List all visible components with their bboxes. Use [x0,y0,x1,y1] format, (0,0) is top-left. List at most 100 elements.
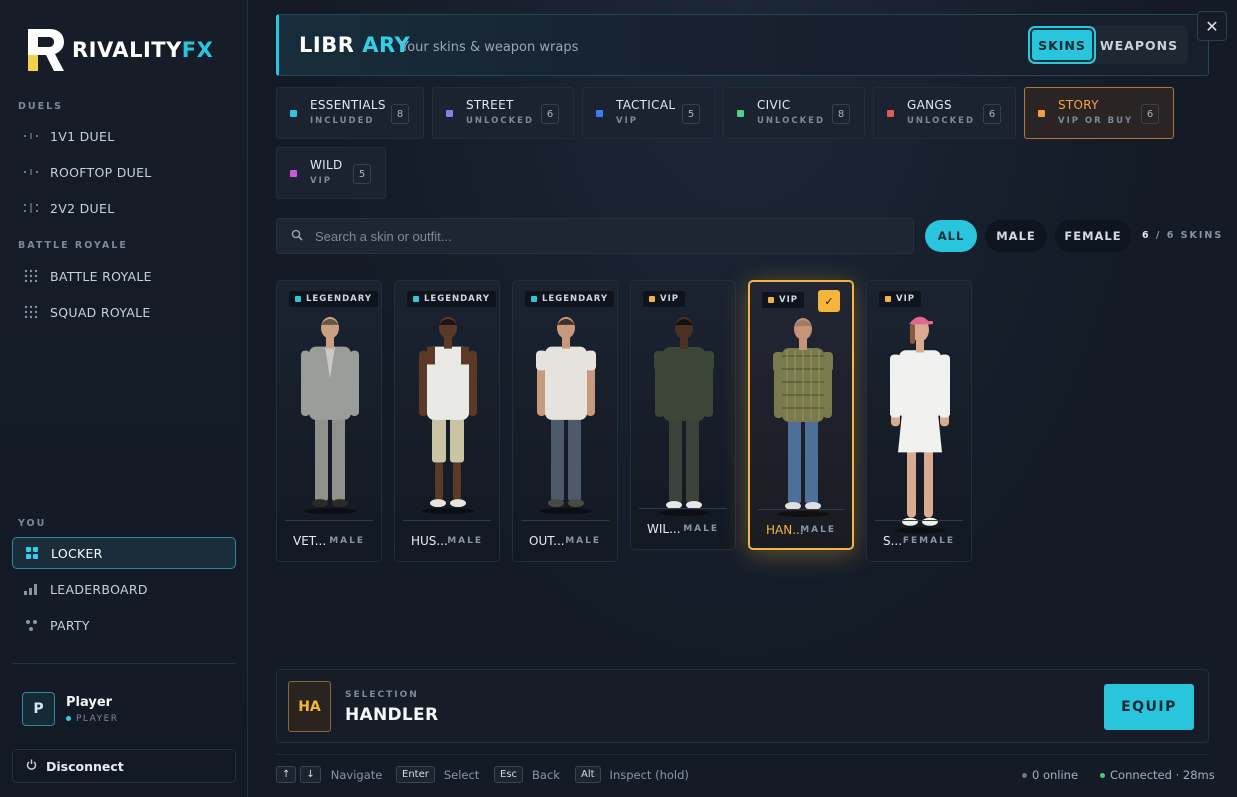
team-duel-icon [23,200,39,216]
grid-dots-icon [23,304,39,320]
skin-name: VET... [293,534,327,548]
category-status: VIP [310,176,332,186]
hint-inspect: Alt Inspect (hold) [575,766,689,783]
power-icon [26,759,37,774]
tier-badge: VIP [643,291,685,307]
sidebar-divider [12,663,236,664]
nav-item-label: 1V1 DUEL [50,128,115,144]
player-role: PLAYER [66,714,119,724]
category-street[interactable]: STREET UNLOCKED 6 [432,87,574,139]
category-name: WILD [310,158,343,172]
nav-item-2v2-duel[interactable]: 2V2 DUEL [12,192,236,224]
search-bar [276,218,914,254]
skin-gender: MALE [329,536,365,546]
card-divider [521,520,609,521]
search-input[interactable] [315,228,875,244]
category-name: STORY [1058,98,1099,112]
duel-icon [23,128,39,144]
skin-card[interactable]: LEGENDARY HUS... MALE [394,280,500,562]
brand-name: RIVALITYFX [72,38,214,62]
hint-label: Navigate [330,767,383,782]
role-dot-icon [66,716,71,721]
sidebar: RIVALITYFX DUELS 1V1 DUEL ROOFTOP DUEL 2… [0,0,248,797]
filter-male[interactable]: MALE [985,220,1047,252]
grid-dots-icon [23,268,39,284]
disconnect-button[interactable]: Disconnect [12,749,236,783]
category-status: VIP OR BUY [1058,116,1134,126]
section-label-you: YOU [18,518,47,529]
category-count: 5 [353,164,371,184]
nav-item-leaderboard[interactable]: LEADERBOARD [12,573,236,605]
selection-label: SELECTION [345,690,419,700]
tab-skins[interactable]: SKINS [1030,28,1094,62]
key-alt: Alt [575,766,601,783]
character-model [890,316,950,534]
nav-item-squad-royale[interactable]: SQUAD ROYALE [12,296,236,328]
category-count: 8 [391,104,409,124]
category-essentials[interactable]: ESSENTIALS INCLUDED 8 [276,87,424,139]
nav-item-battle-royale[interactable]: BATTLE ROYALE [12,260,236,292]
section-label-battle-royale: BATTLE ROYALE [18,240,128,251]
skin-name: WIL... [647,522,681,536]
category-status: VIP [616,116,638,126]
category-status: UNLOCKED [907,116,976,126]
nav-item-label: BATTLE ROYALE [50,268,152,284]
card-divider [639,508,727,509]
category-wild[interactable]: WILD VIP 5 [276,147,386,199]
category-tactical[interactable]: TACTICAL VIP 5 [582,87,715,139]
skin-gender: MALE [683,524,719,534]
search-icon [291,229,303,244]
category-name: ESSENTIALS [310,98,386,112]
close-icon[interactable]: ✕ [1197,11,1227,41]
nav-item-label: 2V2 DUEL [50,200,115,216]
library-header: LIBR ARY Your skins & weapon wraps SKINS… [276,14,1209,76]
page-subtitle: Your skins & weapon wraps [401,40,579,55]
hint-select: Enter Select [396,766,479,783]
category-color-icon [596,110,603,117]
nav-item-label: PARTY [50,617,90,633]
connection-status: Connected · 28ms [1100,768,1215,782]
card-divider [285,520,373,521]
key-down: ↓ [300,766,321,783]
duel-icon [23,164,39,180]
selection-name: HANDLER [345,705,439,725]
skin-card[interactable]: VIP WIL... MALE [630,280,736,550]
category-civic[interactable]: CIVIC UNLOCKED 8 [723,87,865,139]
category-count: 5 [682,104,700,124]
skin-count: 6 / 6 SKINS [1142,230,1224,241]
skin-name: HUS... [411,534,448,548]
locker-grid-icon [24,545,40,561]
online-status: 0 online [1022,768,1078,782]
avatar: P [22,692,55,726]
equip-button[interactable]: EQUIP [1104,684,1194,730]
party-icon [23,617,39,633]
tier-color-icon [885,296,891,302]
nav-item-party[interactable]: PARTY [12,609,236,641]
skin-card[interactable]: LEGENDARY OUT... MALE [512,280,618,562]
category-color-icon [446,110,453,117]
nav-item-rooftop-duel[interactable]: ROOFTOP DUEL [12,156,236,188]
skin-card[interactable]: VIP S... FEMALE [866,280,972,562]
nav-item-label: LOCKER [51,545,103,561]
player-card: P Player PLAYER [22,692,119,726]
selection-panel: HA SELECTION HANDLER EQUIP [276,669,1209,743]
nav-item-label: LEADERBOARD [50,581,148,597]
character-model [536,316,596,515]
skin-card[interactable]: LEGENDARY VET... MALE [276,280,382,562]
filter-all[interactable]: ALL [925,220,977,252]
nav-item-1v1-duel[interactable]: 1V1 DUEL [12,120,236,152]
skin-card[interactable]: VIP ✓ HAN... MALE [748,280,854,550]
tab-weapons[interactable]: WEAPONS [1094,28,1184,62]
page-title: LIBR ARY [299,33,411,57]
bar-chart-icon [23,581,39,597]
category-gangs[interactable]: GANGS UNLOCKED 6 [873,87,1016,139]
hint-label: Inspect (hold) [609,767,689,782]
section-label-duels: DUELS [18,101,63,112]
tier-color-icon [295,296,301,302]
filter-female[interactable]: FEMALE [1055,220,1131,252]
category-story[interactable]: STORY VIP OR BUY 6 [1024,87,1174,139]
nav-item-locker[interactable]: LOCKER [12,537,236,569]
category-status: UNLOCKED [466,116,535,126]
skin-gender: MALE [800,525,836,535]
connected-dot-icon [1100,772,1105,778]
